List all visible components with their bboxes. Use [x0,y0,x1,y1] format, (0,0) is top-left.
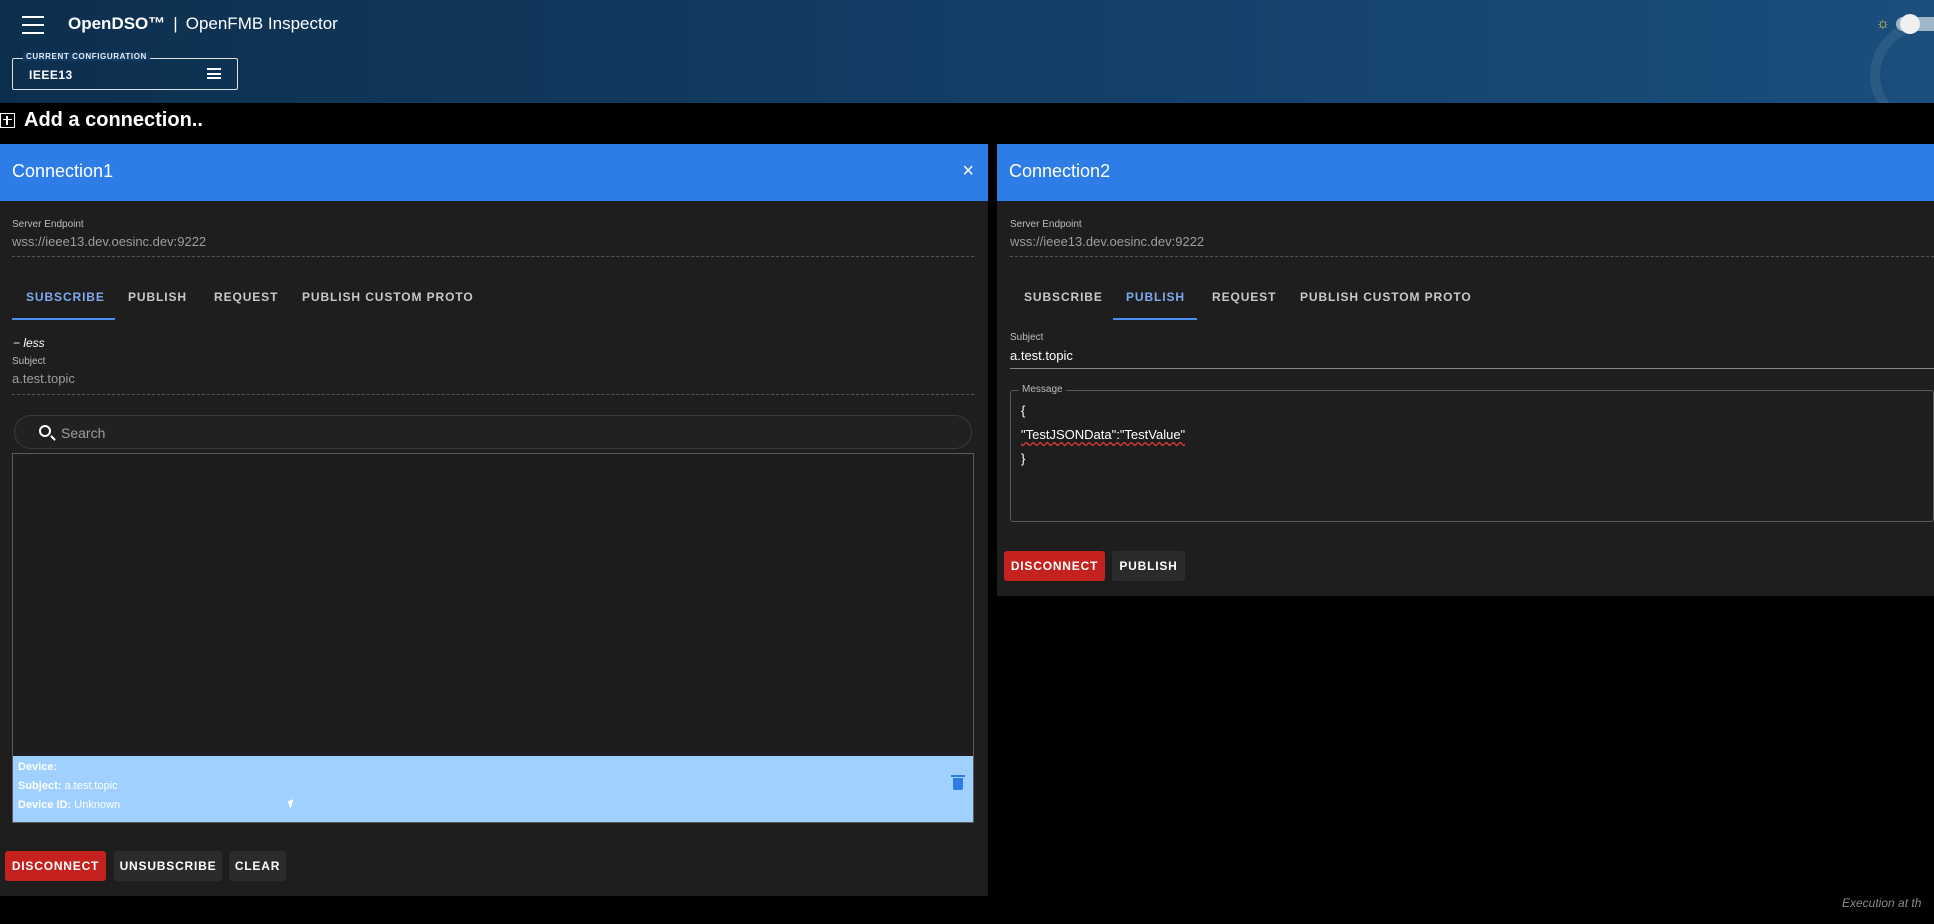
message-list[interactable]: Device: Subject: a.test.topic Device ID:… [12,453,974,823]
configuration-value: IEEE13 [29,68,73,82]
endpoint-underline [12,256,974,257]
tab-request[interactable]: REQUEST [214,290,278,304]
connection-header: Connection1 × [0,144,988,201]
tab-publish[interactable]: PUBLISH [1126,290,1185,304]
subject-label: Subject [12,356,46,367]
menu-icon[interactable] [22,16,44,34]
background-logo [1870,20,1934,103]
message-subject-value: a.test.topic [64,780,118,792]
app-title: OpenDSO™ | OpenFMB Inspector [68,14,338,34]
device-id-label: Device ID: [18,799,72,811]
publish-button[interactable]: PUBLISH [1112,551,1185,581]
disconnect-button[interactable]: DISCONNECT [5,851,106,881]
server-endpoint-label: Server Endpoint [1010,219,1082,230]
search-icon [39,425,51,437]
message-line: "TestJSONData":"TestValue" [1021,427,1186,442]
subject-label: Subject [1010,332,1044,343]
device-id-line: Device ID: Unknown [18,799,120,811]
clear-button[interactable]: CLEAR [229,851,286,881]
app-bar: OpenDSO™ | OpenFMB Inspector CURRENT CONFI… [0,0,1934,103]
disconnect-button[interactable]: DISCONNECT [1004,551,1105,581]
title-separator: | [173,14,178,33]
app-name: OpenFMB Inspector [185,14,338,33]
device-label: Device: [18,761,58,773]
message-textarea[interactable]: Message { "TestJSONData":"TestValue" } [1010,384,1934,522]
configuration-selector[interactable]: CURRENT CONFIGURATION IEEE13 [12,52,238,90]
add-connection-button[interactable]: Add a connection.. [0,108,203,132]
connection-title: Connection1 [12,161,114,181]
active-tab-indicator [1113,318,1197,320]
server-endpoint-value[interactable]: wss://ieee13.dev.oesinc.dev:9222 [1010,234,1204,249]
connection-header: Connection2 [997,144,1934,201]
search-input[interactable]: Search [14,415,972,449]
active-tab-indicator [12,318,115,320]
tab-request[interactable]: REQUEST [1212,290,1276,304]
sun-icon: ☼ [1876,15,1890,32]
connection-panel-2: Connection2 Server Endpoint wss://ieee13… [997,144,1934,596]
brand-name: OpenDSO™ [68,14,166,33]
device-id-value: Unknown [74,799,121,811]
tab-publish-custom-proto[interactable]: PUBLISH CUSTOM PROTO [1300,290,1472,304]
message-item[interactable]: Device: Subject: a.test.topic Device ID:… [13,756,973,822]
message-subject-label: Subject: [18,780,62,792]
unsubscribe-button[interactable]: UNSUBSCRIBE [114,851,222,881]
tab-subscribe[interactable]: SUBSCRIBE [1024,290,1103,304]
configuration-menu-icon[interactable] [207,68,221,79]
subject-line: Subject: a.test.topic [18,780,118,792]
configuration-label: CURRENT CONFIGURATION [23,52,150,61]
message-line: } [1021,451,1026,466]
close-icon[interactable]: × [962,160,974,183]
tab-publish-custom-proto[interactable]: PUBLISH CUSTOM PROTO [302,290,474,304]
add-connection-label: Add a connection.. [24,108,203,131]
add-box-icon [0,112,15,128]
subject-underline [12,394,974,395]
message-label: Message [1019,384,1066,395]
theme-toggle-knob[interactable] [1900,14,1920,34]
subject-input[interactable]: a.test.topic [1010,348,1073,363]
theme-toggle[interactable] [1896,14,1934,34]
tab-subscribe[interactable]: SUBSCRIBE [26,290,105,304]
connection-title: Connection2 [1009,161,1111,181]
footer-note: Execution at th [1842,896,1922,910]
tab-publish[interactable]: PUBLISH [128,290,187,304]
search-placeholder: Search [61,425,106,441]
connection-panel-1: Connection1 × Server Endpoint wss://ieee… [0,144,988,896]
device-line: Device: [18,761,57,773]
less-toggle[interactable]: − less [13,336,45,350]
message-line: { [1021,403,1026,418]
subject-underline [1010,368,1934,369]
subject-value[interactable]: a.test.topic [12,371,75,386]
server-endpoint-value[interactable]: wss://ieee13.dev.oesinc.dev:9222 [12,234,206,249]
endpoint-underline [1010,256,1934,257]
trash-icon[interactable] [951,775,965,790]
server-endpoint-label: Server Endpoint [12,219,84,230]
